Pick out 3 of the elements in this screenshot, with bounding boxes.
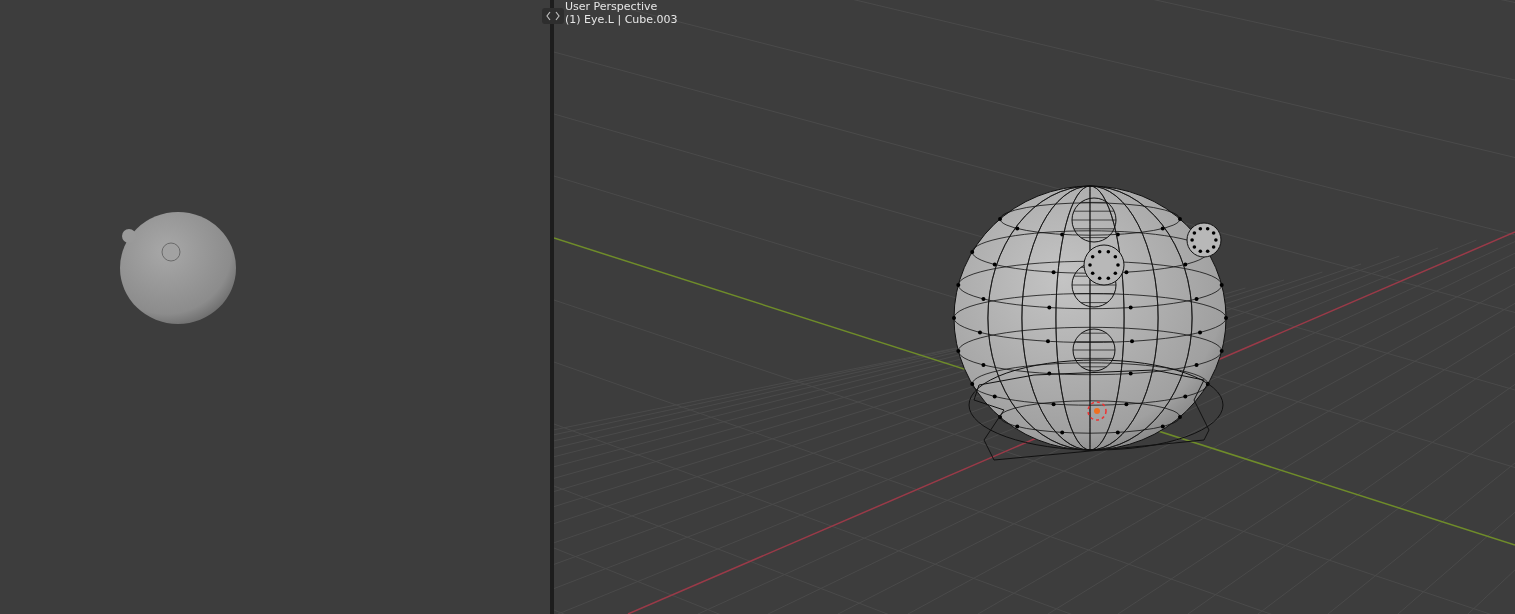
- view-name: User Perspective: [565, 0, 659, 13]
- panel-toggle-icon[interactable]: [542, 8, 564, 24]
- object-info: (1) Eye.L | Cube.003: [565, 13, 678, 26]
